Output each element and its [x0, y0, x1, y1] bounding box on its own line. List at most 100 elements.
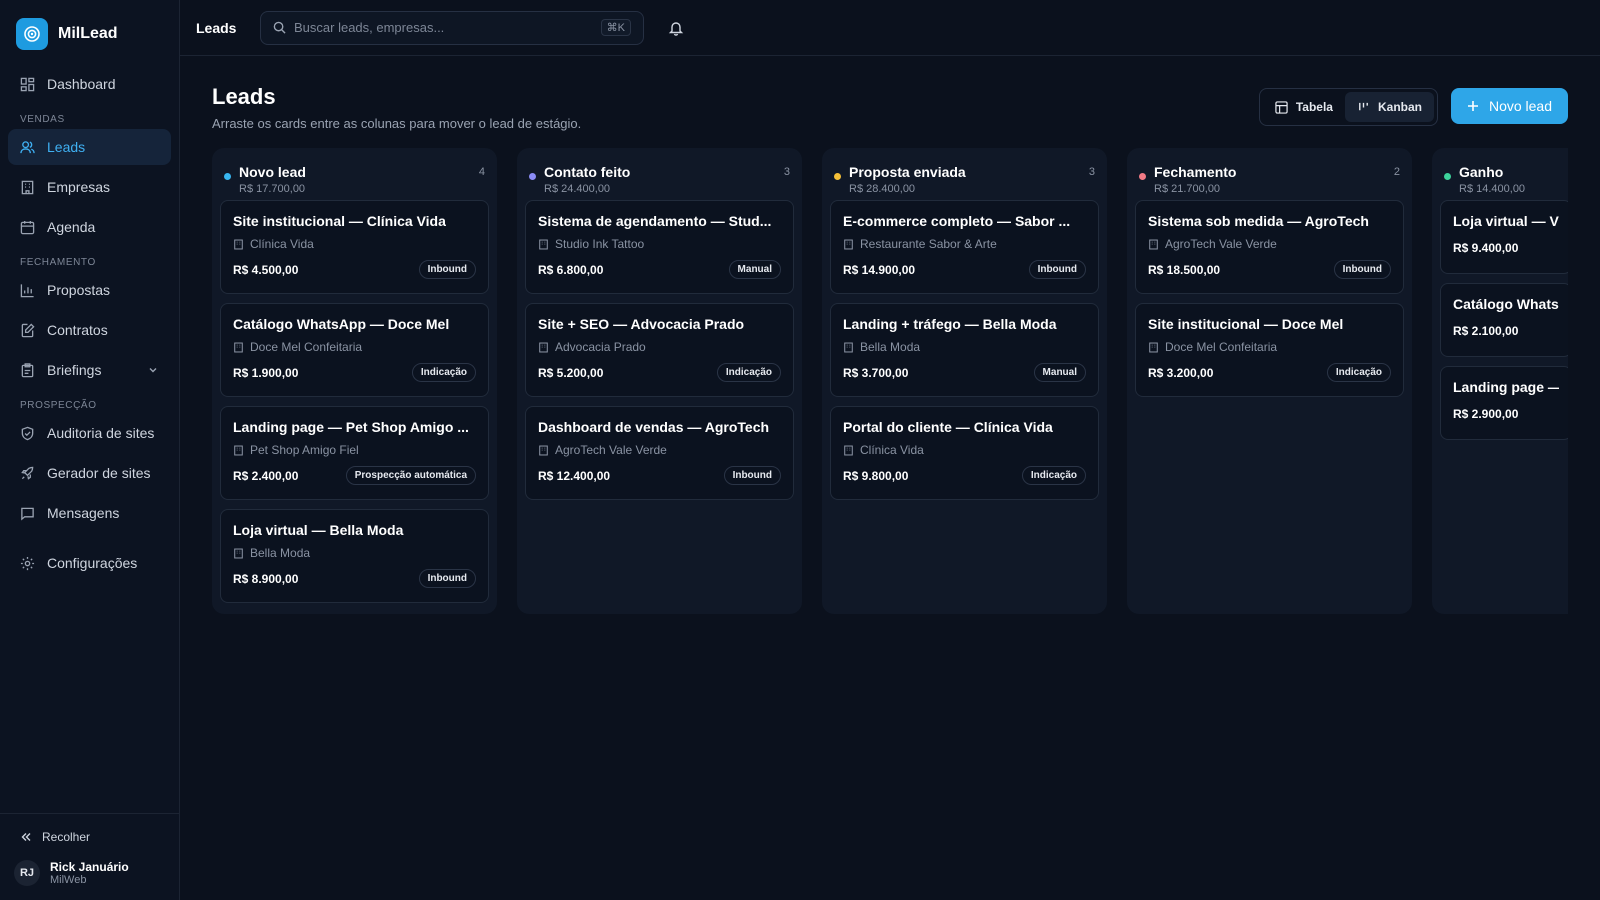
grid-icon [20, 77, 35, 91]
sidebar-item-label: Dashboard [47, 76, 116, 92]
source-badge: Inbound [1028, 260, 1086, 279]
lead-company: Restaurante Sabor & Arte [843, 237, 1086, 251]
status-dot [1444, 173, 1451, 180]
lead-value: R$ 4.500,00 [233, 262, 299, 277]
new-lead-button[interactable]: Novo lead [1450, 88, 1568, 124]
lead-company: Doce Mel Confeitaria [1148, 340, 1391, 354]
sidebar-item-empresas[interactable]: Empresas [8, 169, 171, 205]
search-input[interactable]: Buscar leads, empresas... ⌘K [260, 10, 644, 45]
status-dot [224, 173, 231, 180]
lead-card[interactable]: Loja virtual — Bella Moda Bella Moda R$ … [220, 509, 489, 603]
lead-value: R$ 12.400,00 [538, 468, 611, 483]
lead-company: Pet Shop Amigo Fiel [233, 443, 476, 457]
lead-card[interactable]: Catálogo WhatsApp — Doce Mel Doce Mel Co… [220, 303, 489, 397]
company-name: Doce Mel Confeitaria [250, 340, 363, 354]
lead-card[interactable]: Landing + tráfego — Bella Moda Bella Mod… [830, 303, 1099, 397]
collapse-sidebar-button[interactable]: Recolher [0, 814, 179, 852]
sidebar-item-label: Contratos [47, 322, 108, 338]
lead-card[interactable]: Loja virtual — Vitri R$ 9.400,00 [1440, 200, 1568, 274]
building-icon [21, 180, 34, 194]
topbar-title: Leads [196, 19, 237, 36]
lead-title: Landing page — Pet Shop Amigo ... [233, 419, 469, 435]
view-kanban-button[interactable]: Kanban [1344, 92, 1434, 122]
lead-card[interactable]: Landing page — St R$ 2.900,00 [1440, 366, 1568, 440]
column-title: Ganho [1459, 164, 1504, 180]
column-total: R$ 14.400,00 [1459, 183, 1526, 195]
kanban-board: Novo lead R$ 17.700,00 4 Site institucio… [212, 148, 1568, 614]
lead-card[interactable]: Sistema sob medida — AgroTech AgroTech V… [1135, 200, 1404, 294]
sidebar-item-configuracoes[interactable]: Configurações [8, 545, 171, 581]
sidebar-item-contratos[interactable]: Contratos [8, 312, 171, 348]
lead-value: R$ 3.700,00 [843, 365, 909, 380]
status-dot [834, 173, 841, 180]
table-icon [1275, 100, 1288, 114]
source-badge: Manual [1033, 363, 1086, 382]
building-icon [234, 239, 243, 249]
building-icon [539, 342, 548, 352]
lead-card[interactable]: Landing page — Pet Shop Amigo ... Pet Sh… [220, 406, 489, 500]
shield-icon [21, 426, 34, 440]
sidebar-item-label: Leads [47, 139, 86, 155]
lead-value: R$ 2.100,00 [1453, 324, 1519, 338]
new-lead-label: Novo lead [1488, 98, 1552, 114]
lead-card[interactable]: Site institucional — Doce Mel Doce Mel C… [1135, 303, 1404, 397]
source-badge: Indicação [1326, 363, 1391, 382]
sidebar-item-dashboard[interactable]: Dashboard [8, 66, 171, 102]
message-icon [21, 507, 34, 521]
view-table-button[interactable]: Tabela [1263, 92, 1345, 122]
lead-company: AgroTech Vale Verde [538, 443, 781, 457]
lead-value: R$ 5.200,00 [538, 365, 604, 380]
sidebar-item-leads[interactable]: Leads [8, 129, 171, 165]
building-icon [234, 445, 243, 455]
sidebar-item-auditoria[interactable]: Auditoria de sites [8, 415, 171, 451]
file-edit-icon [21, 322, 35, 337]
lead-card[interactable]: Site + SEO — Advocacia Prado Advocacia P… [525, 303, 794, 397]
lead-company: AgroTech Vale Verde [1148, 237, 1391, 251]
company-name: Clínica Vida [860, 443, 924, 457]
lead-title: Site + SEO — Advocacia Prado [538, 316, 745, 332]
kanban-column-contato-feito: Contato feito R$ 24.400,00 3 Sistema de … [517, 148, 802, 614]
brand[interactable]: MilLead [0, 0, 179, 56]
user-profile[interactable]: RJ Rick Januário MilWeb [0, 852, 179, 900]
lead-card[interactable]: Dashboard de vendas — AgroTech AgroTech … [525, 406, 794, 500]
lead-value: R$ 2.900,00 [1453, 407, 1519, 421]
company-name: Bella Moda [250, 546, 311, 560]
section-label-fechamento: FECHAMENTO [20, 257, 96, 268]
sidebar-item-gerador[interactable]: Gerador de sites [8, 455, 171, 491]
sidebar-item-label: Gerador de sites [47, 465, 151, 481]
search-icon [273, 21, 286, 34]
lead-card[interactable]: Catálogo WhatsAp R$ 2.100,00 [1440, 283, 1568, 357]
status-dot [1139, 173, 1146, 180]
lead-card[interactable]: E-commerce completo — Sabor ... Restaura… [830, 200, 1099, 294]
kanban-icon [1359, 102, 1368, 110]
chevron-down-icon[interactable] [147, 364, 159, 376]
lead-company: Advocacia Prado [538, 340, 781, 354]
company-name: AgroTech Vale Verde [1165, 237, 1277, 251]
sidebar-item-propostas[interactable]: Propostas [8, 272, 171, 308]
sidebar-footer: Recolher RJ Rick Januário MilWeb [0, 813, 179, 900]
sidebar-item-mensagens[interactable]: Mensagens [8, 495, 171, 531]
lead-card[interactable]: Sistema de agendamento — Stud... Studio … [525, 200, 794, 294]
gear-icon [20, 556, 35, 570]
lead-company: Doce Mel Confeitaria [233, 340, 476, 354]
company-name: Pet Shop Amigo Fiel [250, 443, 359, 457]
view-kanban-label: Kanban [1377, 100, 1422, 114]
lead-company: Studio Ink Tattoo [538, 237, 781, 251]
building-icon [844, 445, 853, 455]
lead-card[interactable]: Portal do cliente — Clínica Vida Clínica… [830, 406, 1099, 500]
sidebar-item-agenda[interactable]: Agenda [8, 209, 171, 245]
source-badge: Inbound [723, 466, 781, 485]
status-dot [529, 173, 536, 180]
sidebar-item-briefings[interactable]: Briefings [8, 352, 171, 388]
source-badge: Inbound [418, 260, 476, 279]
sidebar-item-label: Mensagens [47, 505, 120, 521]
sidebar-item-label: Auditoria de sites [47, 425, 155, 441]
lead-card[interactable]: Site institucional — Clínica Vida Clínic… [220, 200, 489, 294]
lead-value: R$ 9.400,00 [1453, 241, 1519, 255]
app-name: MilLead [58, 25, 118, 42]
notifications-button[interactable] [668, 20, 684, 36]
chevrons-left-icon [21, 833, 31, 841]
company-name: Advocacia Prado [555, 340, 646, 354]
view-toggle: Tabela Kanban [1258, 88, 1438, 126]
building-icon [234, 342, 243, 352]
